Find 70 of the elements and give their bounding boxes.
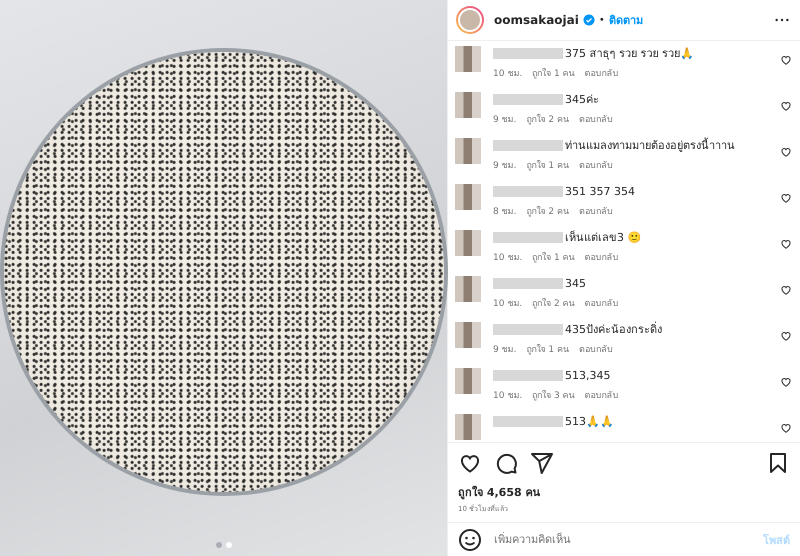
carousel-dot[interactable]: [216, 542, 222, 548]
heart-icon[interactable]: [780, 54, 792, 66]
comment-time: 10 ชม.: [493, 390, 522, 402]
blurred-avatar[interactable]: [455, 184, 481, 210]
heart-icon[interactable]: [780, 192, 792, 204]
comment-text: 351 357 354: [565, 184, 635, 198]
blurred-username[interactable]: [493, 94, 563, 104]
reply-link[interactable]: ตอบกลับ: [584, 250, 619, 264]
reply-link[interactable]: ตอบกลับ: [578, 158, 613, 172]
blurred-avatar[interactable]: [455, 414, 481, 440]
emoji-icon[interactable]: [458, 528, 482, 552]
avatar[interactable]: [456, 6, 484, 34]
blurred-avatar[interactable]: [455, 46, 481, 72]
heart-icon[interactable]: [780, 100, 792, 112]
heart-icon[interactable]: [780, 146, 792, 158]
reply-link[interactable]: ตอบกลับ: [584, 296, 619, 310]
comment-time: 10 ชม.: [493, 68, 522, 80]
blurred-avatar[interactable]: [455, 276, 481, 302]
comment-text: 375 สาธุๆ รวย รวย รวย🙏: [565, 46, 694, 62]
blurred-avatar[interactable]: [455, 368, 481, 394]
comment-time: 9 ชม.: [493, 114, 516, 126]
heart-icon[interactable]: [780, 284, 792, 296]
comment-likes-link[interactable]: ถูกใจ 3 คน: [532, 388, 575, 402]
follow-link[interactable]: ติดตาม: [608, 11, 643, 29]
blurred-avatar[interactable]: [455, 230, 481, 256]
carousel-dot[interactable]: [226, 542, 232, 548]
heart-icon[interactable]: [780, 422, 792, 434]
comment-time: 9 ชม.: [493, 160, 516, 172]
comment-text: 513,345: [565, 368, 610, 382]
likes-count[interactable]: ถูกใจ 4,658 คน: [448, 479, 800, 501]
comment-likes-link[interactable]: ถูกใจ 1 คน: [532, 66, 575, 80]
reply-link[interactable]: ตอบกลับ: [578, 204, 613, 218]
blurred-avatar[interactable]: [455, 322, 481, 348]
blurred-username[interactable]: [493, 186, 563, 196]
comment-text: 345: [565, 276, 586, 290]
comment-likes-link[interactable]: ถูกใจ 1 คน: [532, 250, 575, 264]
reply-link[interactable]: ตอบกลับ: [584, 388, 619, 402]
comment-likes-link[interactable]: ถูกใจ 2 คน: [526, 112, 569, 126]
reply-link[interactable]: ตอบกลับ: [578, 112, 613, 126]
reply-link[interactable]: ตอบกลับ: [578, 342, 613, 356]
comment-text: 513🙏🙏: [565, 414, 614, 428]
comment-icon[interactable]: [494, 451, 518, 475]
heart-icon[interactable]: [780, 376, 792, 388]
comment-likes-link[interactable]: ถูกใจ 2 คน: [526, 204, 569, 218]
reply-link[interactable]: ตอบกลับ: [584, 66, 619, 80]
blurred-username[interactable]: [493, 416, 563, 426]
blurred-username[interactable]: [493, 324, 563, 334]
comment-likes-link[interactable]: ถูกใจ 2 คน: [532, 296, 575, 310]
comment-time: 9 ชม.: [493, 344, 516, 356]
comment-text: เห็นแต่เลข3 🙂: [565, 229, 642, 246]
blurred-avatar[interactable]: [455, 92, 481, 118]
blurred-username[interactable]: [493, 278, 563, 288]
comment-time: 10 ชม.: [493, 252, 522, 264]
comment-time: 10 ชม.: [493, 298, 522, 310]
blurred-username[interactable]: [493, 232, 563, 242]
comment-text: ท่านแมลงทามมายต้องอยู่ตรงนี้าาาน: [565, 136, 735, 154]
comment-time: 8 ชม.: [493, 206, 516, 218]
blurred-username[interactable]: [493, 48, 563, 58]
send-icon[interactable]: [530, 451, 554, 475]
comment-likes-link[interactable]: ถูกใจ 1 คน: [526, 342, 569, 356]
comment-text: 345ค่ะ: [565, 92, 599, 108]
blurred-username[interactable]: [493, 140, 563, 150]
heart-icon[interactable]: [780, 238, 792, 250]
username-link[interactable]: oomsakaojai: [494, 13, 579, 27]
comment-text: 435ปังค่ะน้องกระดิ่ง: [565, 320, 662, 338]
blurred-username[interactable]: [493, 370, 563, 380]
separator-dot: •: [598, 14, 605, 26]
blurred-avatar[interactable]: [455, 138, 481, 164]
comment-likes-link[interactable]: ถูกใจ 1 คน: [526, 158, 569, 172]
heart-icon[interactable]: [780, 330, 792, 342]
